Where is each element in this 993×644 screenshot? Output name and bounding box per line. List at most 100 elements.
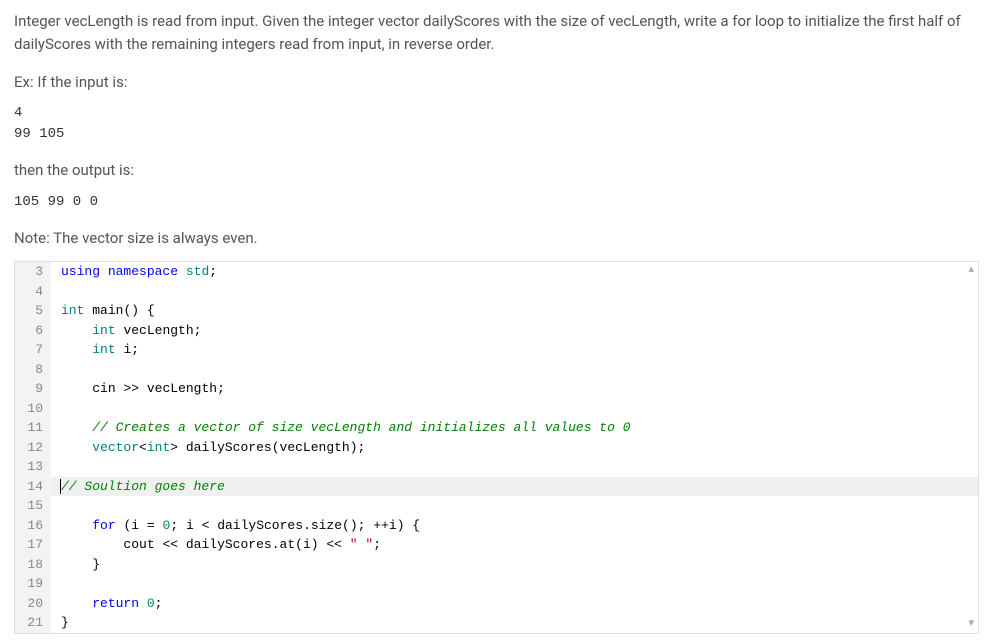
code-line[interactable]: 7 int i; [15,340,978,360]
code-token [61,342,92,357]
code-token [139,518,147,533]
code-content[interactable] [51,399,978,419]
problem-description: Integer vecLength is read from input. Gi… [14,10,979,57]
code-token: ( [272,440,280,455]
code-content[interactable] [51,282,978,302]
code-token: vecLength [123,323,193,338]
code-token: // Soultion goes here [61,479,225,494]
code-token [61,440,92,455]
code-token: ; [131,342,139,357]
code-content[interactable] [51,574,978,594]
line-number: 16 [15,516,51,536]
code-line[interactable]: 12 vector<int> dailyScores(vecLength); [15,438,978,458]
line-number: 7 [15,340,51,360]
code-token: ); [350,440,366,455]
scroll-down-icon[interactable]: ▾ [968,616,974,633]
code-line[interactable]: 17 cout << dailyScores.at(i) << " "; [15,535,978,555]
code-token: return [92,596,139,611]
line-number: 13 [15,457,51,477]
code-line[interactable]: 6 int vecLength; [15,321,978,341]
line-number: 4 [15,282,51,302]
line-number: 11 [15,418,51,438]
code-token: cin [92,381,115,396]
code-token: i [131,518,139,533]
code-line[interactable]: 14// Soultion goes here [15,477,978,497]
code-editor[interactable]: ▴ ▾ 3using namespace std;45int main() {6… [14,261,979,634]
code-line[interactable]: 13 [15,457,978,477]
code-token [194,518,202,533]
code-token: at [280,537,296,552]
code-line[interactable]: 16 for (i = 0; i < dailyScores.size(); +… [15,516,978,536]
code-token: . [272,537,280,552]
code-line[interactable]: 5int main() { [15,301,978,321]
code-token: ; [194,323,202,338]
code-token: >> [123,381,139,396]
code-token: " " [350,537,373,552]
code-content[interactable]: int main() { [51,301,978,321]
code-content[interactable] [51,496,978,516]
line-number: 5 [15,301,51,321]
line-number: 9 [15,379,51,399]
code-content[interactable]: // Soultion goes here [51,477,978,497]
line-number: 19 [15,574,51,594]
code-token: dailyScores [186,537,272,552]
code-line[interactable]: 18 } [15,555,978,575]
code-token: i [303,537,311,552]
code-content[interactable]: for (i = 0; i < dailyScores.size(); ++i)… [51,516,978,536]
problem-note: Note: The vector size is always even. [14,227,979,250]
code-line[interactable]: 10 [15,399,978,419]
code-content[interactable]: cin >> vecLength; [51,379,978,399]
code-content[interactable]: } [51,613,978,633]
line-number: 6 [15,321,51,341]
code-line[interactable]: 11 // Creates a vector of size vecLength… [15,418,978,438]
code-content[interactable] [51,457,978,477]
code-token: (); [342,518,365,533]
code-content[interactable]: vector<int> dailyScores(vecLength); [51,438,978,458]
line-number: 8 [15,360,51,380]
code-token: size [311,518,342,533]
code-token: . [303,518,311,533]
line-number: 20 [15,594,51,614]
example-output-block: 105 99 0 0 [14,192,979,213]
example-output-label: then the output is: [14,159,979,182]
code-line[interactable]: 19 [15,574,978,594]
code-content[interactable] [51,360,978,380]
code-content[interactable]: int i; [51,340,978,360]
code-token: namespace [108,264,178,279]
line-number: 17 [15,535,51,555]
line-number: 21 [15,613,51,633]
code-line[interactable]: 9 cin >> vecLength; [15,379,978,399]
description-text: Integer vecLength is read from input. Gi… [14,12,961,53]
code-token: < [139,440,147,455]
code-token [61,323,92,338]
code-token: for [92,518,115,533]
code-line[interactable]: 3using namespace std; [15,262,978,282]
code-token: ( [295,537,303,552]
example-input-label: Ex: If the input is: [14,71,979,94]
code-token [178,537,186,552]
code-token: << [326,537,342,552]
code-line[interactable]: 15 [15,496,978,516]
code-line[interactable]: 4 [15,282,978,302]
scroll-up-icon[interactable]: ▴ [968,262,974,279]
code-token [61,596,92,611]
code-content[interactable]: using namespace std; [51,262,978,282]
code-token: cout [123,537,154,552]
code-token [61,537,123,552]
code-content[interactable]: // Creates a vector of size vecLength an… [51,418,978,438]
code-content[interactable]: cout << dailyScores.at(i) << " "; [51,535,978,555]
code-content[interactable]: return 0; [51,594,978,614]
code-token [178,264,186,279]
code-content[interactable]: int vecLength; [51,321,978,341]
code-content[interactable]: } [51,555,978,575]
code-token: ; [170,518,178,533]
code-token [178,440,186,455]
code-line[interactable]: 21} [15,613,978,633]
code-line[interactable]: 20 return 0; [15,594,978,614]
code-token [139,381,147,396]
code-token: vecLength [147,381,217,396]
example-input-block: 4 99 105 [14,103,979,145]
code-token: ; [373,537,381,552]
code-token: 0 [147,596,155,611]
code-line[interactable]: 8 [15,360,978,380]
